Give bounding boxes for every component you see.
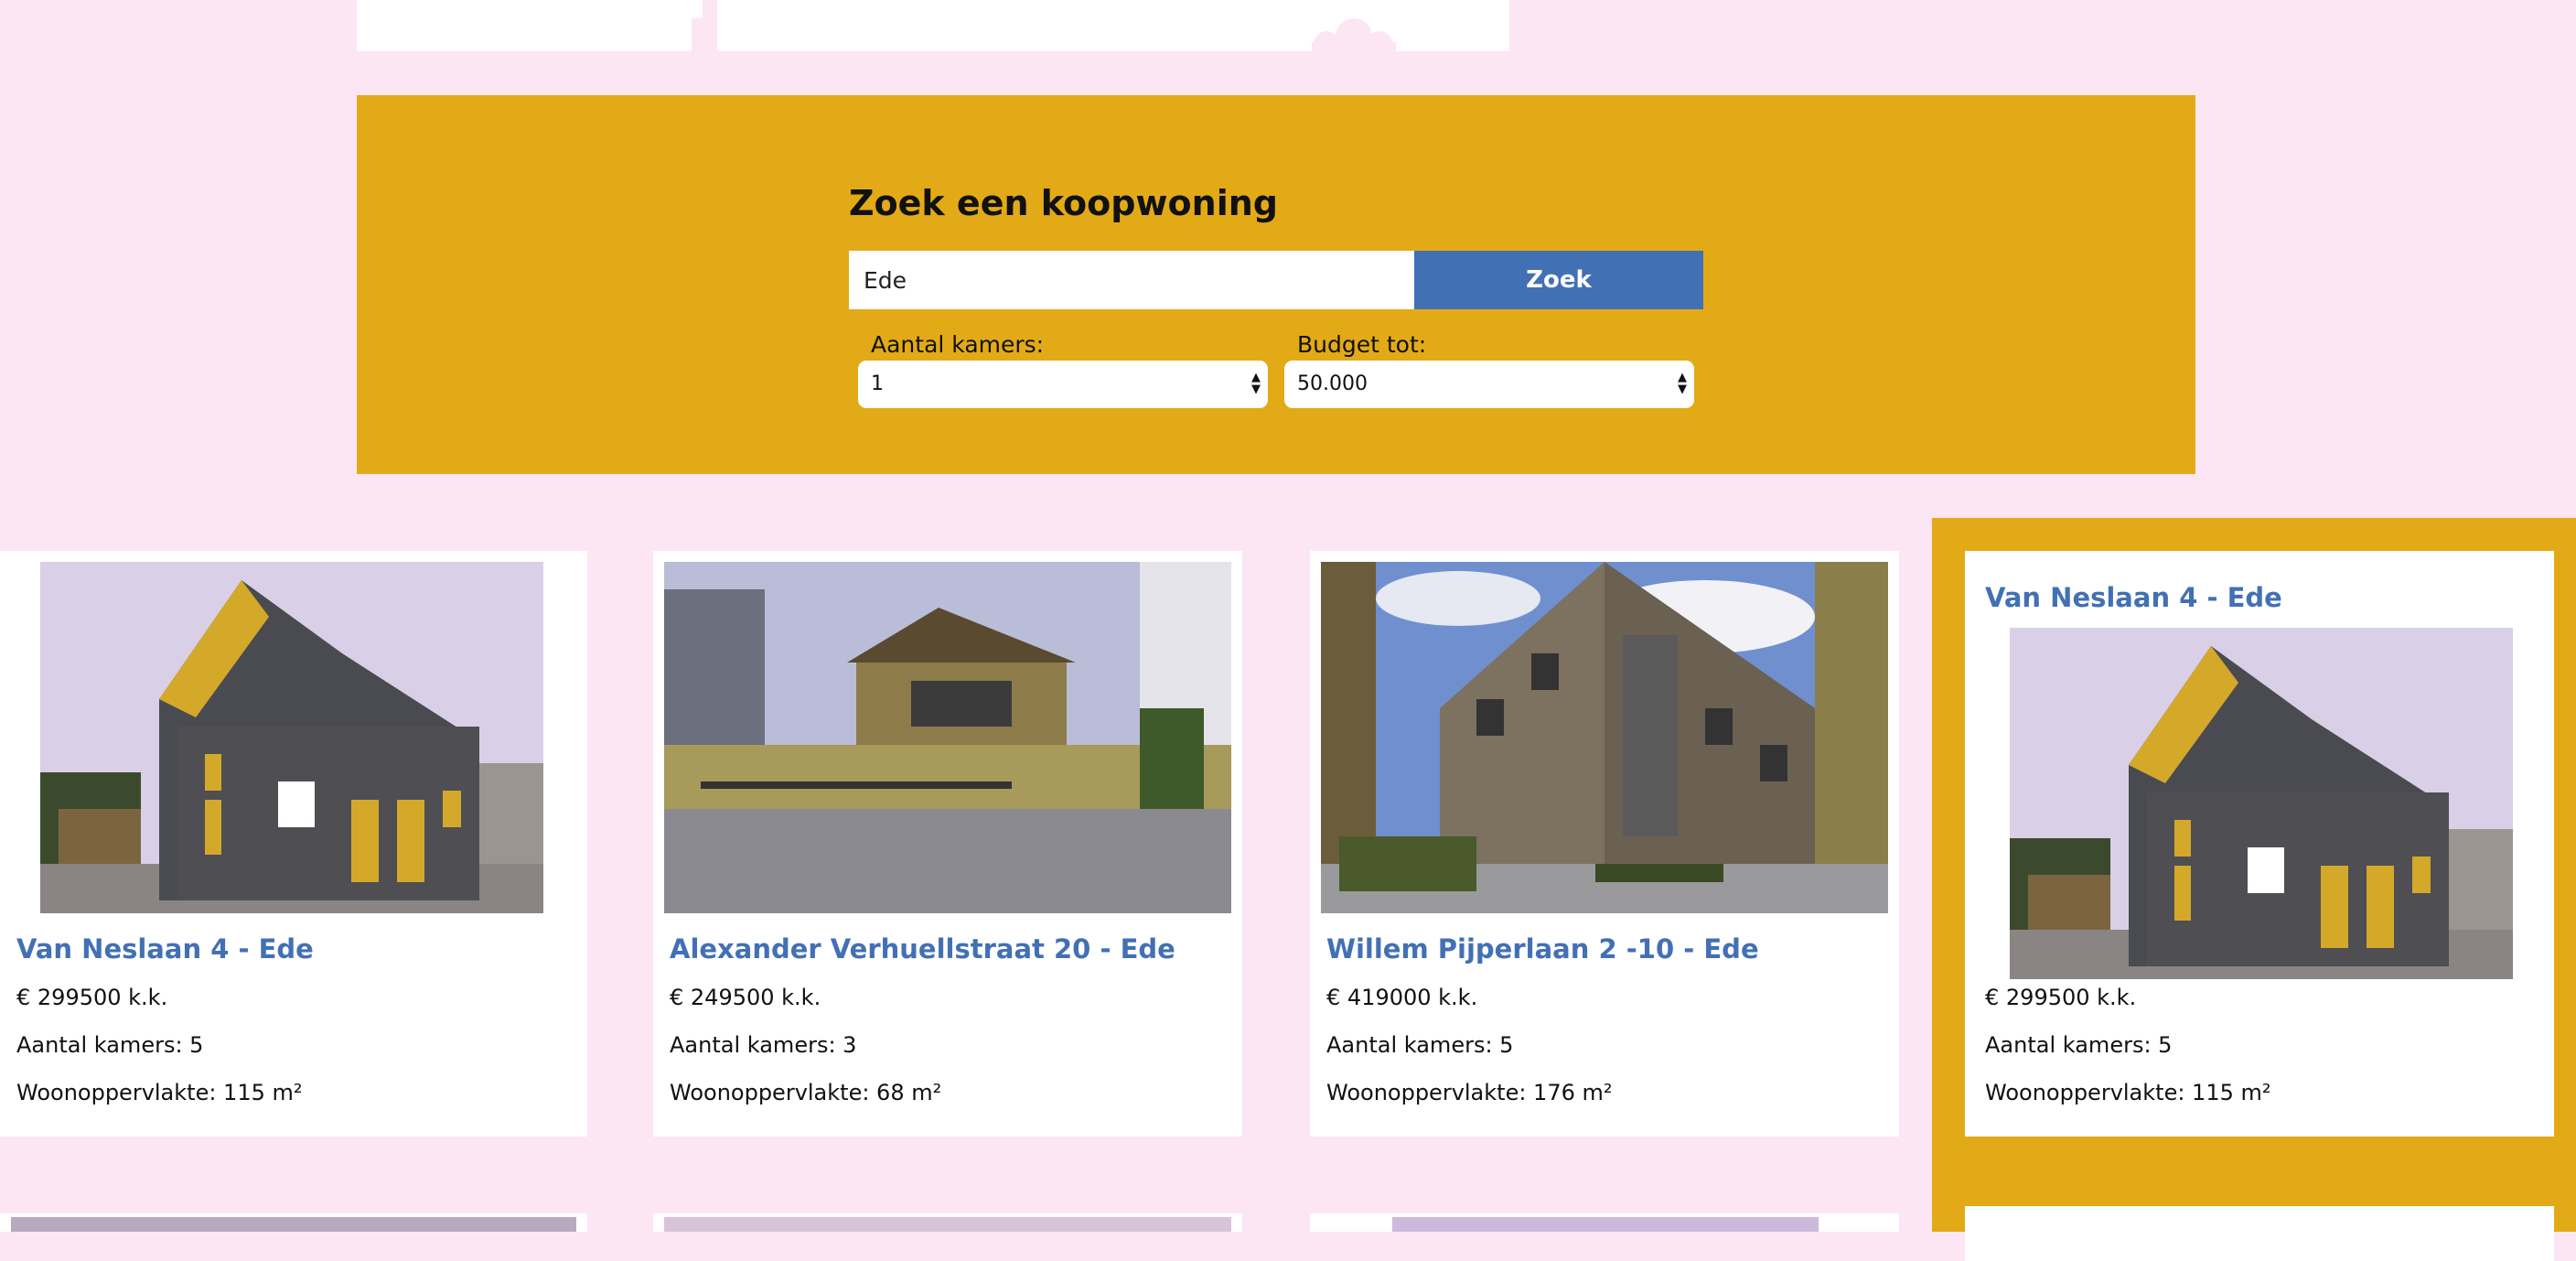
listing-rooms: Aantal kamers: 5 [1326, 1032, 1514, 1058]
listing-card[interactable]: Van Neslaan 4 - Ede € 299500 k.k. Aantal… [0, 551, 587, 1137]
next-featured-card[interactable] [1965, 1206, 2554, 1261]
listing-photo[interactable] [40, 562, 543, 913]
listing-price: € 419000 k.k. [1326, 985, 1478, 1010]
rooms-label: Aantal kamers: [871, 331, 1045, 358]
select-arrows-icon: ▲ ▼ [1678, 371, 1687, 396]
featured-listing-price: € 299500 k.k. [1985, 985, 2137, 1010]
budget-select[interactable]: 50.000 ▲ ▼ [1284, 361, 1694, 408]
featured-listing-photo[interactable] [2009, 628, 2514, 979]
search-input[interactable] [849, 251, 1414, 309]
featured-listing-rooms: Aantal kamers: 5 [1985, 1032, 2173, 1058]
listing-card[interactable] [1310, 1213, 1899, 1232]
featured-listing-area: Woonoppervlakte: 115 m² [1985, 1080, 2271, 1105]
search-title: Zoek een koopwoning [849, 183, 1278, 223]
rooms-select[interactable]: 1 ▲ ▼ [858, 361, 1268, 408]
featured-listing-card[interactable]: Van Neslaan 4 - Ede € 299500 k.k. Aantal… [1965, 551, 2554, 1137]
listing-card[interactable] [0, 1213, 587, 1232]
header-illustration [357, 0, 1509, 51]
listing-photo[interactable] [664, 562, 1231, 913]
listing-card[interactable]: Willem Pijperlaan 2 -10 - Ede € 419000 k… [1310, 551, 1899, 1137]
listing-rooms: Aantal kamers: 5 [16, 1032, 204, 1058]
listing-photo[interactable] [1321, 562, 1888, 913]
budget-label: Budget tot: [1297, 331, 1427, 358]
listing-price: € 249500 k.k. [670, 985, 821, 1010]
featured-listing-title[interactable]: Van Neslaan 4 - Ede [1985, 582, 2282, 613]
select-arrows-icon: ▲ ▼ [1251, 371, 1261, 396]
listing-card[interactable]: Alexander Verhuellstraat 20 - Ede € 2495… [653, 551, 1242, 1137]
listing-card[interactable] [653, 1213, 1242, 1232]
listing-price: € 299500 k.k. [16, 985, 168, 1010]
listing-title[interactable]: Van Neslaan 4 - Ede [16, 933, 314, 965]
listing-area: Woonoppervlakte: 176 m² [1326, 1080, 1613, 1105]
search-panel: Zoek een koopwoning Zoek Aantal kamers: … [357, 95, 2195, 474]
listing-title[interactable]: Willem Pijperlaan 2 -10 - Ede [1326, 933, 1759, 965]
listing-title[interactable]: Alexander Verhuellstraat 20 - Ede [670, 933, 1175, 965]
rooms-select-value: 1 [871, 372, 884, 395]
featured-listing-panel: Van Neslaan 4 - Ede € 299500 k.k. Aantal… [1932, 518, 2576, 1261]
listing-area: Woonoppervlakte: 115 m² [16, 1080, 303, 1105]
listing-rooms: Aantal kamers: 3 [670, 1032, 857, 1058]
budget-select-value: 50.000 [1297, 372, 1368, 395]
listing-area: Woonoppervlakte: 68 m² [670, 1080, 942, 1105]
search-button[interactable]: Zoek [1414, 251, 1703, 309]
